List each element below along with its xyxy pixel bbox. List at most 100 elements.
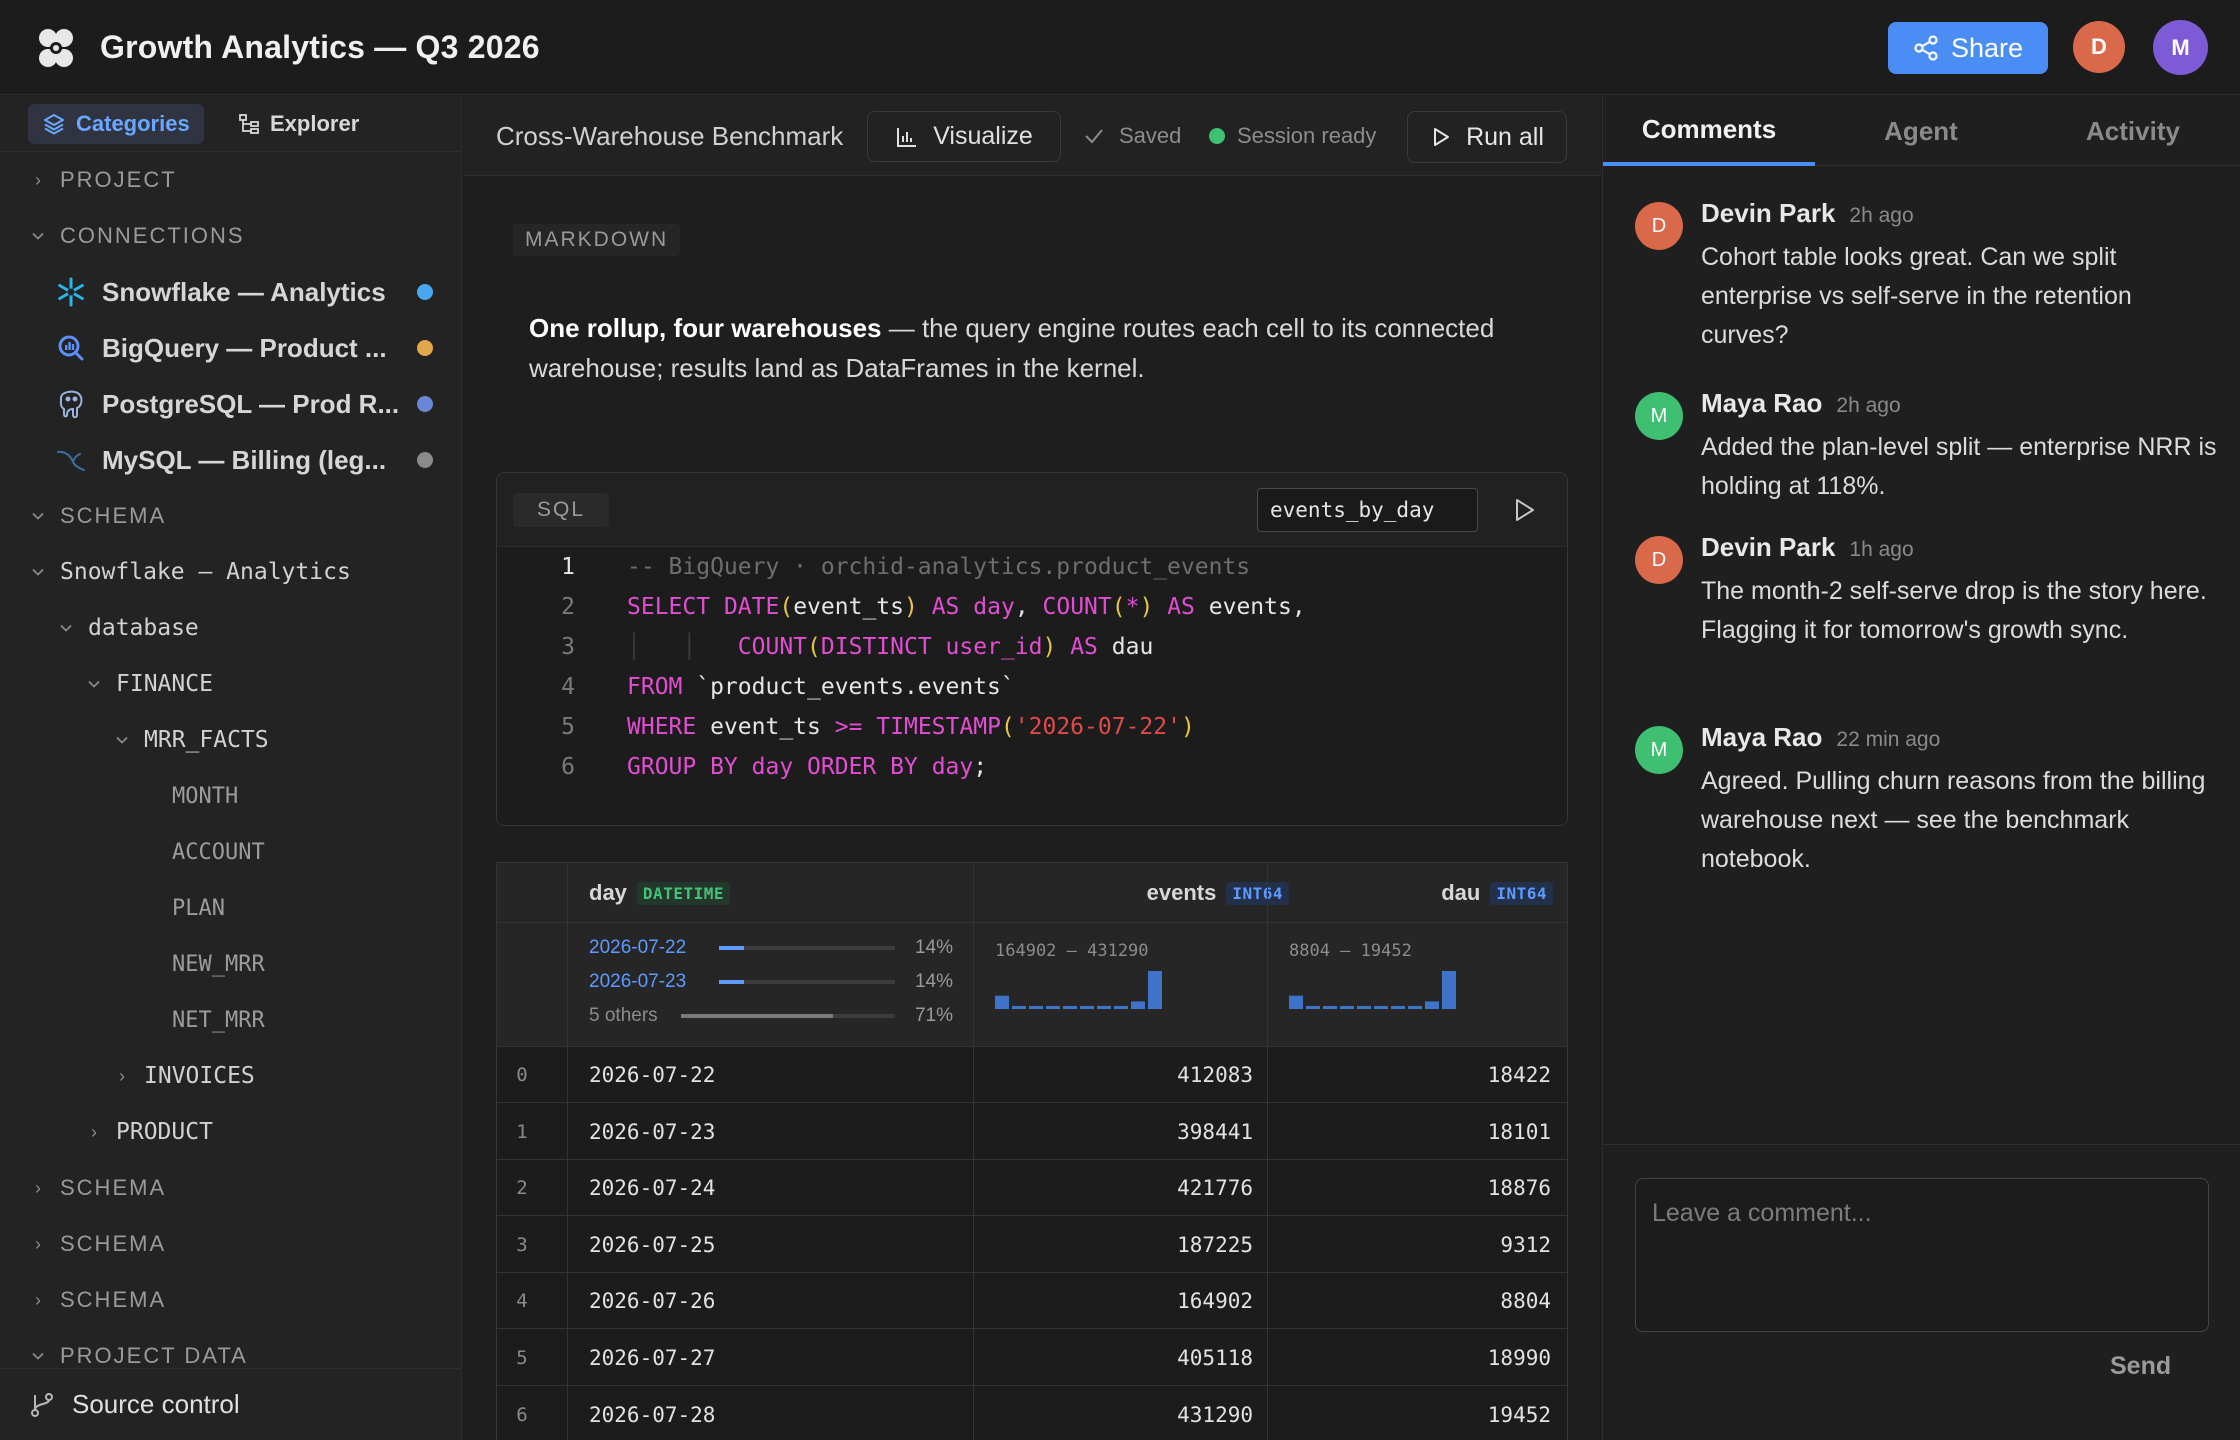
code-line: 4 FROM `product_events.events`: [497, 667, 1567, 707]
source-control-button[interactable]: Source control: [0, 1368, 461, 1440]
avatar[interactable]: D: [1635, 202, 1683, 250]
mysql-icon: [54, 443, 88, 477]
code-text: │ │ COUNT(DISTINCT user_id) AS dau: [627, 634, 1154, 660]
connection-label: Snowflake — Analytics: [102, 276, 386, 307]
result-variable-input[interactable]: [1257, 488, 1478, 532]
cell-events: 412083: [1177, 1063, 1253, 1087]
row-index: 6: [516, 1403, 528, 1426]
tab-comments[interactable]: Comments: [1603, 96, 1815, 166]
tree-item-mrr-facts[interactable]: MRR_FACTS: [0, 712, 461, 768]
code-line: 1 -- BigQuery · orchid-analytics.product…: [497, 547, 1567, 587]
avatar[interactable]: M: [2153, 20, 2208, 75]
section-schema[interactable]: › SCHEMA: [0, 1272, 461, 1328]
tab-activity[interactable]: Activity: [2027, 96, 2239, 166]
run-all-button[interactable]: Run all: [1407, 111, 1567, 163]
table-row[interactable]: 2 2026-07-24 421776 18876: [497, 1160, 1567, 1217]
comment-text: The month-2 self-serve drop is the story…: [1701, 577, 2207, 644]
run-all-label: Run all: [1466, 122, 1544, 151]
table-row[interactable]: 4 2026-07-26 164902 8804: [497, 1273, 1567, 1330]
tree-item-finance[interactable]: FINANCE: [0, 656, 461, 712]
tree-item-database[interactable]: database: [0, 600, 461, 656]
visualize-button[interactable]: Visualize: [867, 111, 1061, 162]
section-project[interactable]: › PROJECT: [0, 152, 461, 208]
tab-categories[interactable]: Categories: [28, 104, 204, 144]
comment-input[interactable]: [1635, 1178, 2209, 1332]
tree-item-connection[interactable]: Snowflake — Analytics: [0, 544, 461, 600]
table-row[interactable]: 0 2026-07-22 412083 18422: [497, 1047, 1567, 1103]
cell-dau: 18990: [1487, 1346, 1551, 1370]
connection-item-postgresql[interactable]: PostgreSQL — Prod R...: [0, 376, 461, 432]
comment-header: Maya Rao 22 min ago: [1701, 722, 1940, 753]
panel-tabs: Comments Agent Activity: [1603, 96, 2240, 166]
sql-badge[interactable]: SQL: [513, 493, 610, 527]
postgresql-icon: [54, 387, 88, 421]
app-logo-icon[interactable]: [32, 24, 80, 72]
cell-dau: 8804: [1500, 1289, 1551, 1314]
histogram-bar: [1012, 1005, 1026, 1009]
table-row[interactable]: 5 2026-07-27 405118 18990: [497, 1330, 1567, 1386]
histogram-bar: [1063, 1005, 1077, 1009]
code-text: SELECT DATE(event_ts) AS day, COUNT(*) A…: [627, 594, 1306, 620]
section-schema[interactable]: › SCHEMA: [0, 1160, 461, 1216]
histogram-bar: [1340, 1005, 1354, 1009]
avatar[interactable]: D: [2073, 21, 2125, 73]
summary-pct: 71%: [914, 1005, 953, 1026]
histogram-bar: [1323, 1005, 1337, 1009]
section-schema[interactable]: SCHEMA: [0, 488, 461, 544]
column-header-day[interactable]: day DATETIME: [589, 863, 730, 923]
result-table[interactable]: day DATETIME events INT64 dau INT64 2026…: [496, 862, 1568, 1440]
table-row[interactable]: 1 2026-07-23 398441 18101: [497, 1104, 1567, 1160]
comment-author[interactable]: Maya Rao: [1701, 388, 1822, 419]
share-button[interactable]: Share: [1888, 22, 2048, 74]
app-title: Growth Analytics — Q3 2026: [100, 29, 540, 65]
comment-author[interactable]: Maya Rao: [1701, 722, 1822, 753]
bigquery-icon: [54, 331, 88, 365]
tree-item-column[interactable]: ACCOUNT: [0, 824, 461, 880]
comment-time: 2h ago: [1849, 204, 1914, 227]
tree-label: MRR_FACTS: [144, 727, 269, 753]
run-cell-button[interactable]: [1507, 493, 1541, 527]
connection-item-bigquery[interactable]: BigQuery — Product ...: [0, 320, 461, 376]
sql-cell[interactable]: SQL 1 -- BigQuery · orchid-analytics.pro…: [496, 472, 1568, 826]
table-row[interactable]: 6 2026-07-28 431290 19452: [497, 1387, 1567, 1440]
cell-day: 2026-07-26: [589, 1289, 716, 1314]
avatar[interactable]: M: [1635, 726, 1683, 774]
section-schema[interactable]: › SCHEMA: [0, 1216, 461, 1272]
tree-item-column[interactable]: MONTH: [0, 768, 461, 824]
tree-item-column[interactable]: NET_MRR: [0, 992, 461, 1048]
tree-item-column[interactable]: NEW_MRR: [0, 936, 461, 992]
table-row[interactable]: 3 2026-07-25 187225 9312: [497, 1217, 1567, 1273]
chevron-right-icon: ›: [35, 1234, 41, 1254]
tab-explorer[interactable]: Explorer: [224, 104, 373, 144]
notebook-title[interactable]: Cross-Warehouse Benchmark: [496, 116, 843, 156]
section-label: PROJECT DATA: [60, 1343, 248, 1368]
tree-item-product[interactable]: › PRODUCT: [0, 1104, 461, 1160]
section-connections[interactable]: CONNECTIONS: [0, 208, 461, 264]
connection-item-mysql[interactable]: MySQL — Billing (leg...: [0, 432, 461, 488]
connection-item-snowflake[interactable]: Snowflake — Analytics: [0, 264, 461, 320]
tab-agent[interactable]: Agent: [1815, 96, 2027, 166]
column-divider: [567, 863, 568, 1440]
histogram-bar: [1442, 971, 1456, 1009]
avatar[interactable]: D: [1635, 536, 1683, 584]
column-header-events[interactable]: events INT64: [1121, 863, 1289, 923]
code-text: FROM `product_events.events`: [627, 674, 1015, 700]
comment-header: Devin Park 1h ago: [1701, 532, 1914, 563]
comment-author[interactable]: Devin Park: [1701, 198, 1835, 229]
code-line: 2 SELECT DATE(event_ts) AS day, COUNT(*)…: [497, 587, 1567, 627]
column-label: ACCOUNT: [172, 839, 265, 865]
chevron-right-icon: ›: [119, 1066, 125, 1086]
avatar[interactable]: M: [1635, 392, 1683, 440]
tree-item-column[interactable]: PLAN: [0, 880, 461, 936]
comment-author[interactable]: Devin Park: [1701, 532, 1835, 563]
column-header-dau[interactable]: dau INT64: [1397, 863, 1553, 923]
tree-item-invoices[interactable]: › INVOICES: [0, 1048, 461, 1104]
type-badge: DATETIME: [636, 881, 730, 905]
chevron-right-icon: ›: [35, 170, 41, 190]
send-button[interactable]: Send: [2110, 1352, 2171, 1381]
check-icon: [1085, 129, 1103, 144]
tree-label: Snowflake — Analytics: [60, 559, 351, 585]
share-icon: [1914, 35, 1938, 61]
markdown-text[interactable]: One rollup, four warehouses — the query …: [529, 308, 1569, 388]
histogram-bar: [1114, 1005, 1128, 1009]
